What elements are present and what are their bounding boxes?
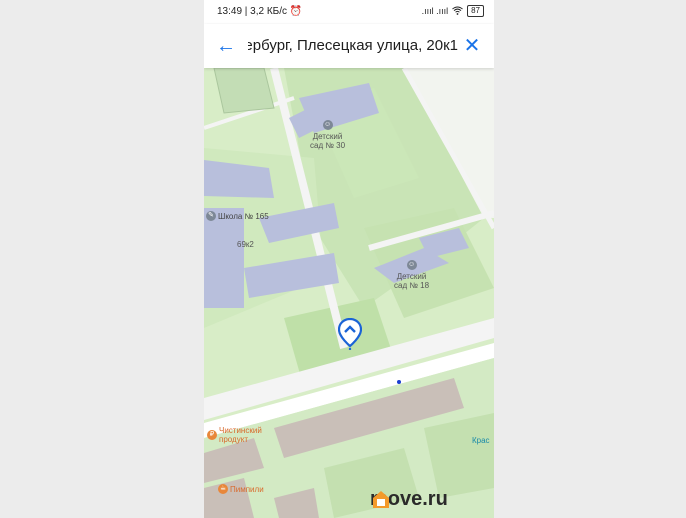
search-input[interactable]: Санкт-Петербург, Плесецкая улица, 20к1 bbox=[248, 37, 458, 54]
kindergarten-icon: ☺ bbox=[406, 260, 417, 270]
map-view[interactable]: ☺ Детский сад № 30 ✎ Школа № 165 69к2 ☺ … bbox=[204, 68, 494, 518]
signal-icon: .ıııl .ıııl bbox=[421, 6, 449, 16]
house-logo-icon bbox=[373, 491, 389, 508]
alarm-icon: ⏰ bbox=[289, 6, 303, 17]
shop-label: ₽ Чистинский продукт bbox=[207, 426, 262, 444]
school-label: ✎ Школа № 165 bbox=[206, 211, 269, 221]
close-icon[interactable]: ✕ bbox=[460, 34, 484, 58]
map-canvas bbox=[204, 68, 494, 518]
battery-icon: 87 bbox=[467, 5, 484, 17]
cafe-label: ☕ Пимпили bbox=[218, 484, 264, 494]
kindergarten-18-label: ☺ Детский сад № 18 bbox=[394, 260, 430, 290]
kindergarten-icon: ☺ bbox=[322, 120, 333, 130]
cafe-icon: ☕ bbox=[218, 484, 228, 494]
school-icon: ✎ bbox=[206, 211, 216, 221]
move-ru-logo: move.ru bbox=[370, 488, 448, 510]
status-icons: .ıııl .ıııl 87 bbox=[422, 5, 484, 17]
search-bar: ← Санкт-Петербург, Плесецкая улица, 20к1… bbox=[204, 24, 494, 68]
kindergarten-30-label: ☺ Детский сад № 30 bbox=[310, 120, 346, 150]
phone-screen: 13:49 | 3,2 КБ/с ⏰ .ıııl .ıııl 87 ← Санк… bbox=[204, 0, 494, 518]
status-bar: 13:49 | 3,2 КБ/с ⏰ .ıııl .ıııl 87 bbox=[204, 0, 494, 24]
wifi-icon bbox=[452, 6, 463, 17]
current-location-dot bbox=[397, 380, 401, 384]
shop-icon: ₽ bbox=[207, 430, 217, 440]
back-arrow-icon[interactable]: ← bbox=[214, 34, 238, 58]
location-pin-icon[interactable] bbox=[338, 318, 362, 350]
edge-street-label: Крас bbox=[472, 436, 490, 445]
school-building-label: 69к2 bbox=[237, 240, 254, 249]
status-time: 13:49 | 3,2 КБ/с ⏰ bbox=[217, 6, 303, 17]
